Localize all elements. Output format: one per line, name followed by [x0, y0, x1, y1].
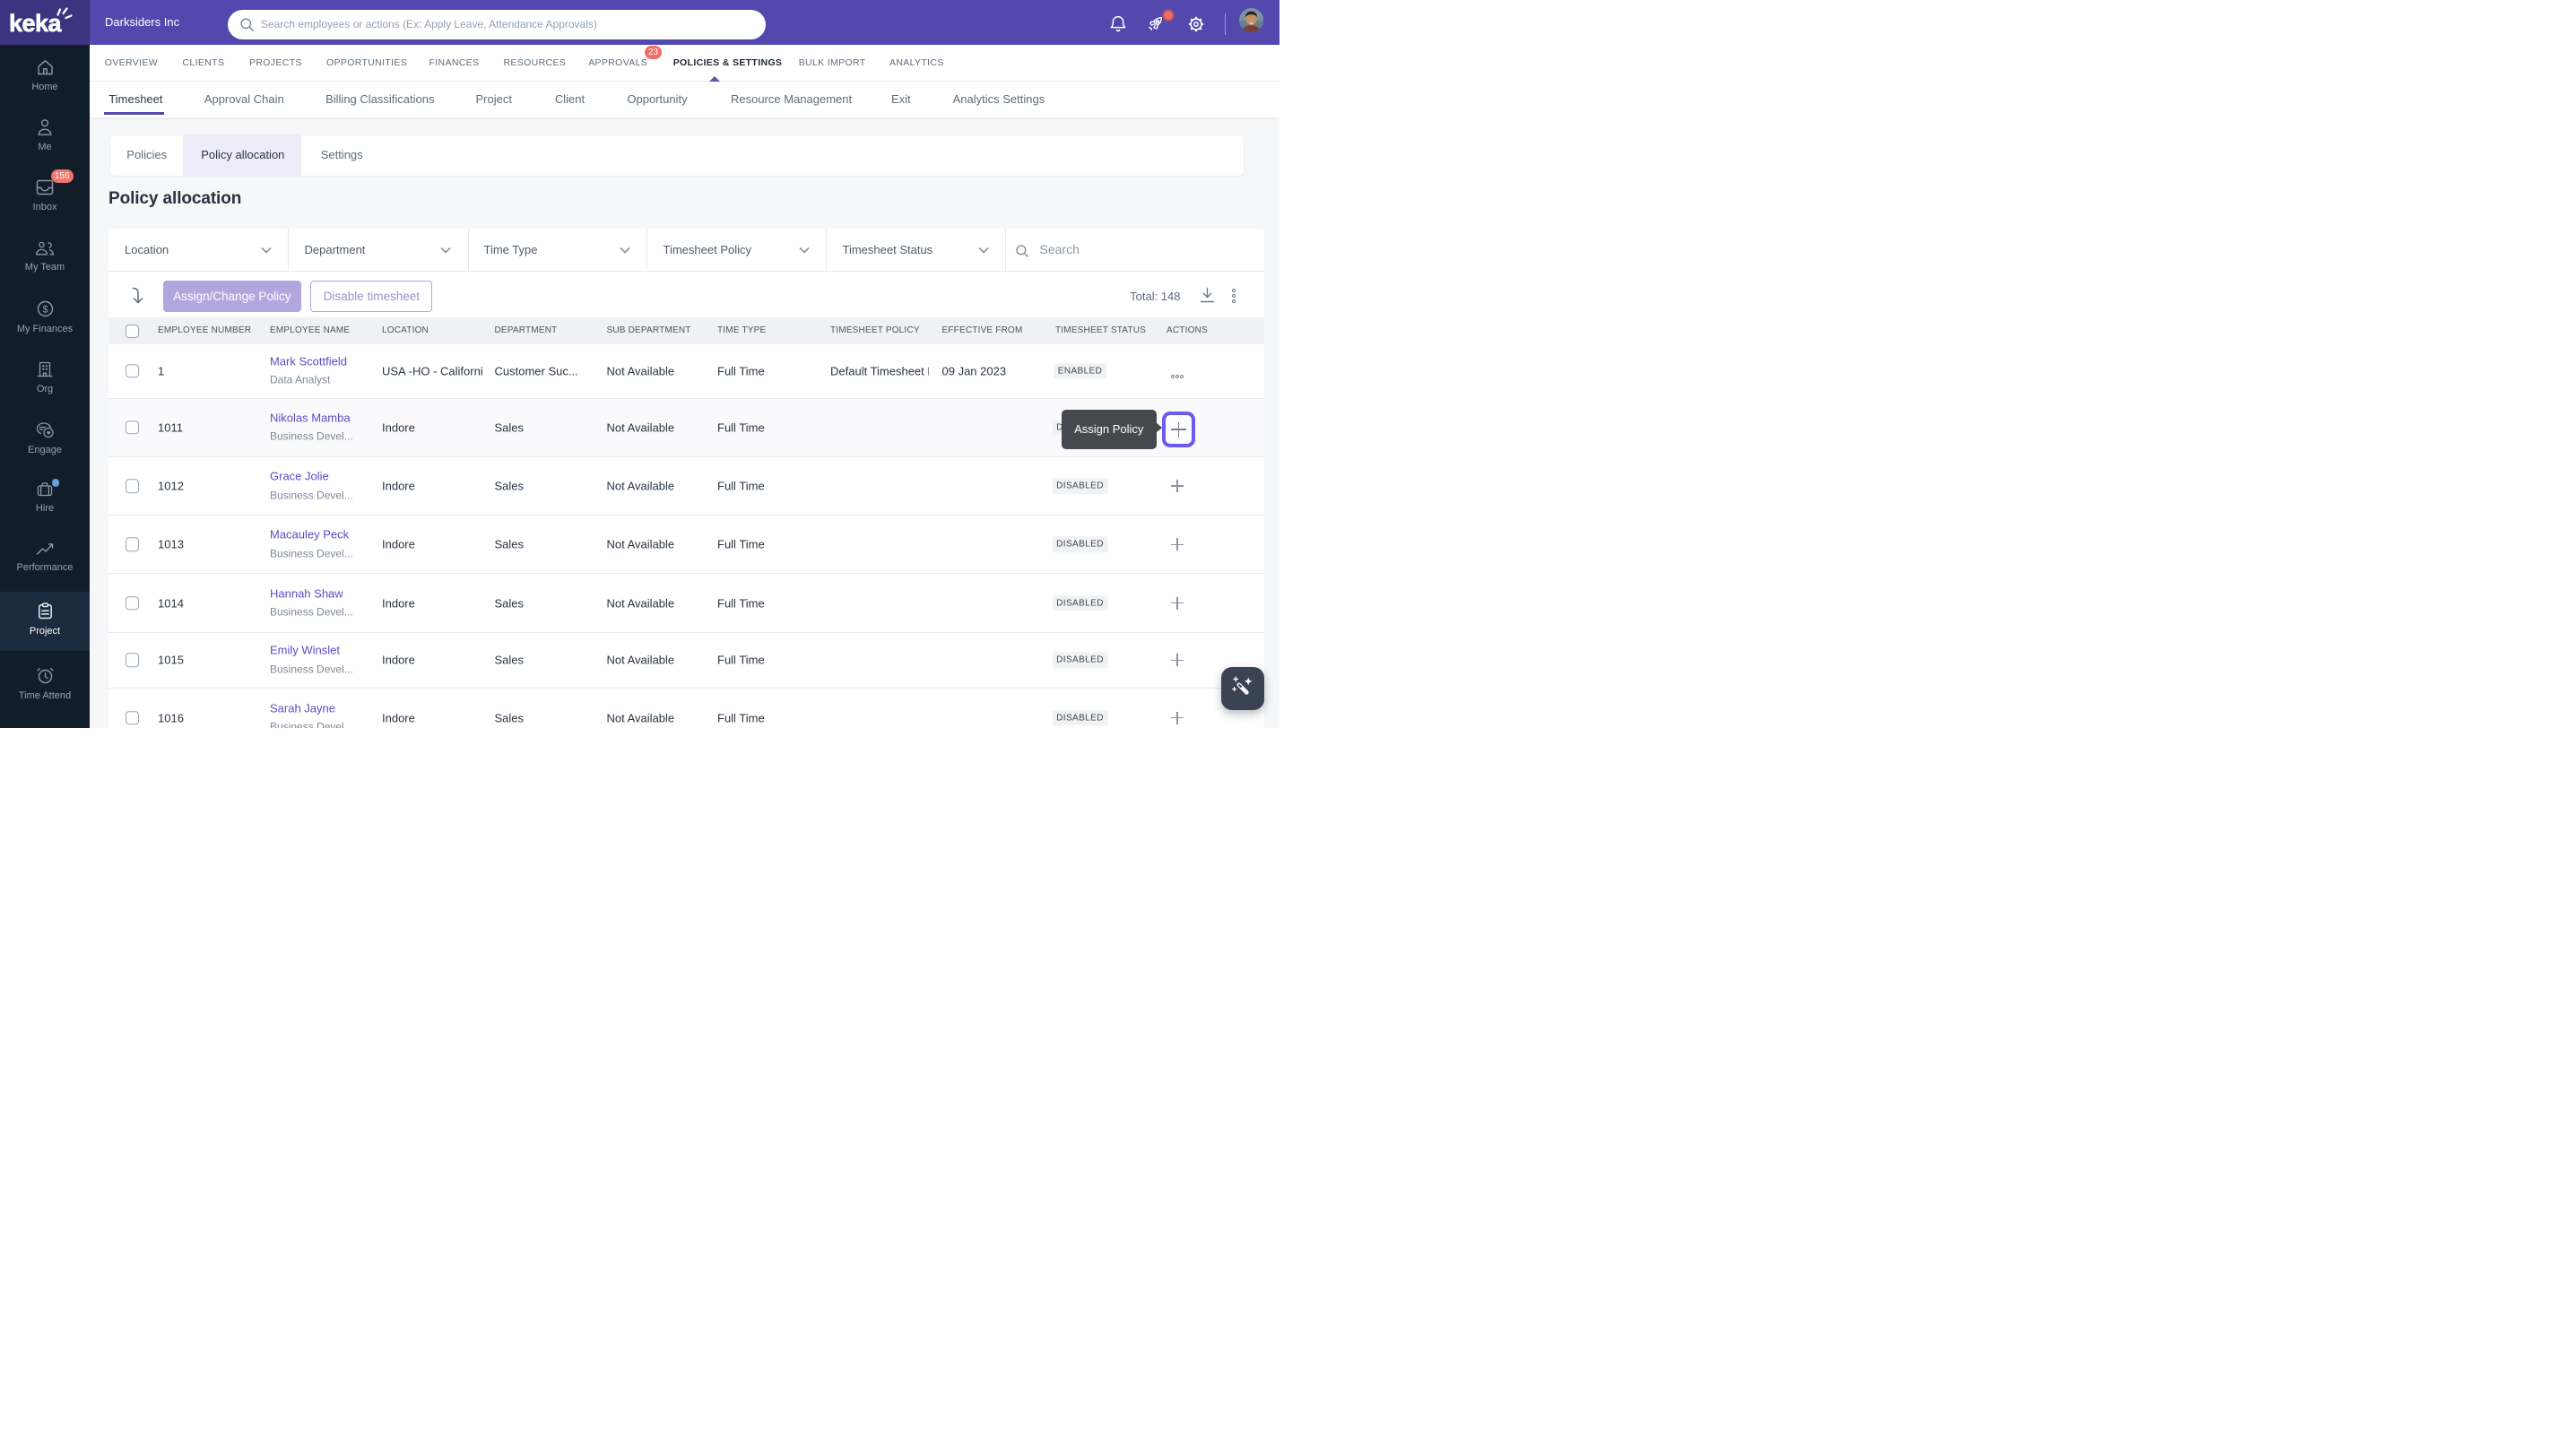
- svg-text:$: $: [42, 304, 48, 315]
